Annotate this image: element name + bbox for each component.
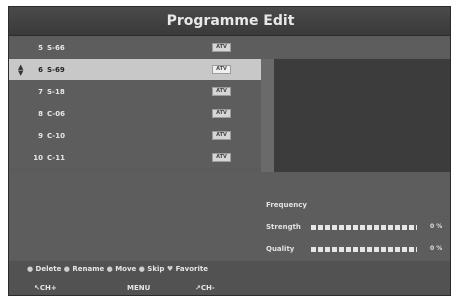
channel-row[interactable]: 10 C-11 ATV: [9, 147, 261, 168]
info-header-band: [261, 37, 450, 58]
channel-number: 9: [38, 131, 43, 140]
frequency-label: Frequency: [266, 201, 307, 209]
channel-row[interactable]: 8 C-06 ATV: [9, 103, 261, 124]
footer-help: ● Delete ● Rename ● Move ● Skip ♥ Favori…: [9, 261, 450, 295]
legend-favorite: Favorite: [175, 265, 208, 273]
strength-band: Strength 0 %: [9, 217, 450, 238]
channel-number: 6: [38, 65, 43, 74]
page-title: Programme Edit: [166, 13, 295, 29]
red-circle-icon: ●: [27, 265, 34, 273]
legend-move: Move: [115, 265, 137, 273]
channel-list: 5 S-66 ATV ▲ ▼ 6 S-69 ATV 7 S-18 ATV 8 C-…: [9, 37, 261, 169]
frequency-band: Frequency: [9, 195, 450, 216]
channel-type-badge: ATV: [212, 153, 231, 162]
channel-type-badge: ATV: [212, 87, 231, 96]
key-ch-minus: ↗CH-: [195, 284, 215, 292]
quality-label: Quality: [266, 245, 295, 253]
key-ch-plus: ↖CH+: [34, 284, 57, 292]
channel-name: S-18: [47, 87, 65, 96]
blue-circle-icon: ●: [138, 265, 145, 273]
channel-row[interactable]: 5 S-66 ATV: [9, 37, 261, 58]
channel-number: 7: [38, 87, 43, 96]
channel-name: C-10: [47, 131, 65, 140]
channel-name: S-69: [47, 65, 65, 74]
channel-number: 5: [38, 43, 43, 52]
channel-type-badge: ATV: [212, 43, 231, 52]
yellow-circle-icon: ●: [106, 265, 113, 273]
channel-name: S-66: [47, 43, 65, 52]
channel-row[interactable]: 9 C-10 ATV: [9, 125, 261, 146]
legend-skip: Skip: [147, 265, 165, 273]
channel-type-badge: ATV: [212, 131, 231, 140]
empty-band: [9, 173, 450, 194]
programme-edit-screen: Programme Edit 5 S-66 ATV ▲ ▼ 6 S-69 ATV …: [8, 6, 451, 296]
green-circle-icon: ●: [63, 265, 70, 273]
legend-delete: Delete: [35, 265, 62, 273]
legend-rename: Rename: [72, 265, 105, 273]
channel-number: 8: [38, 109, 43, 118]
strength-value: 0 %: [430, 223, 443, 230]
ch-plus-label: CH+: [39, 284, 57, 292]
strength-label: Strength: [266, 223, 301, 231]
channel-type-badge: ATV: [212, 65, 231, 74]
menu-label: MENU: [127, 284, 151, 292]
video-preview: [274, 59, 450, 172]
channel-row-selected[interactable]: ▲ ▼ 6 S-69 ATV: [9, 59, 261, 80]
heart-icon: ♥: [166, 265, 174, 273]
scrollbar[interactable]: [261, 59, 274, 172]
ch-minus-label: CH-: [200, 284, 215, 292]
color-key-legend: ● Delete ● Rename ● Move ● Skip ♥ Favori…: [27, 265, 208, 273]
channel-name: C-11: [47, 153, 65, 162]
strength-meter: [311, 225, 417, 230]
channel-type-badge: ATV: [212, 109, 231, 118]
channel-number: 10: [33, 153, 43, 162]
quality-value: 0 %: [430, 245, 443, 252]
channel-row[interactable]: 7 S-18 ATV: [9, 81, 261, 102]
channel-name: C-06: [47, 109, 65, 118]
quality-meter: [311, 247, 417, 252]
key-menu: MENU: [127, 284, 150, 292]
quality-band: Quality 0 %: [9, 239, 450, 260]
title-bar: Programme Edit: [9, 7, 450, 36]
up-down-arrows-icon: ▲ ▼: [18, 62, 24, 77]
